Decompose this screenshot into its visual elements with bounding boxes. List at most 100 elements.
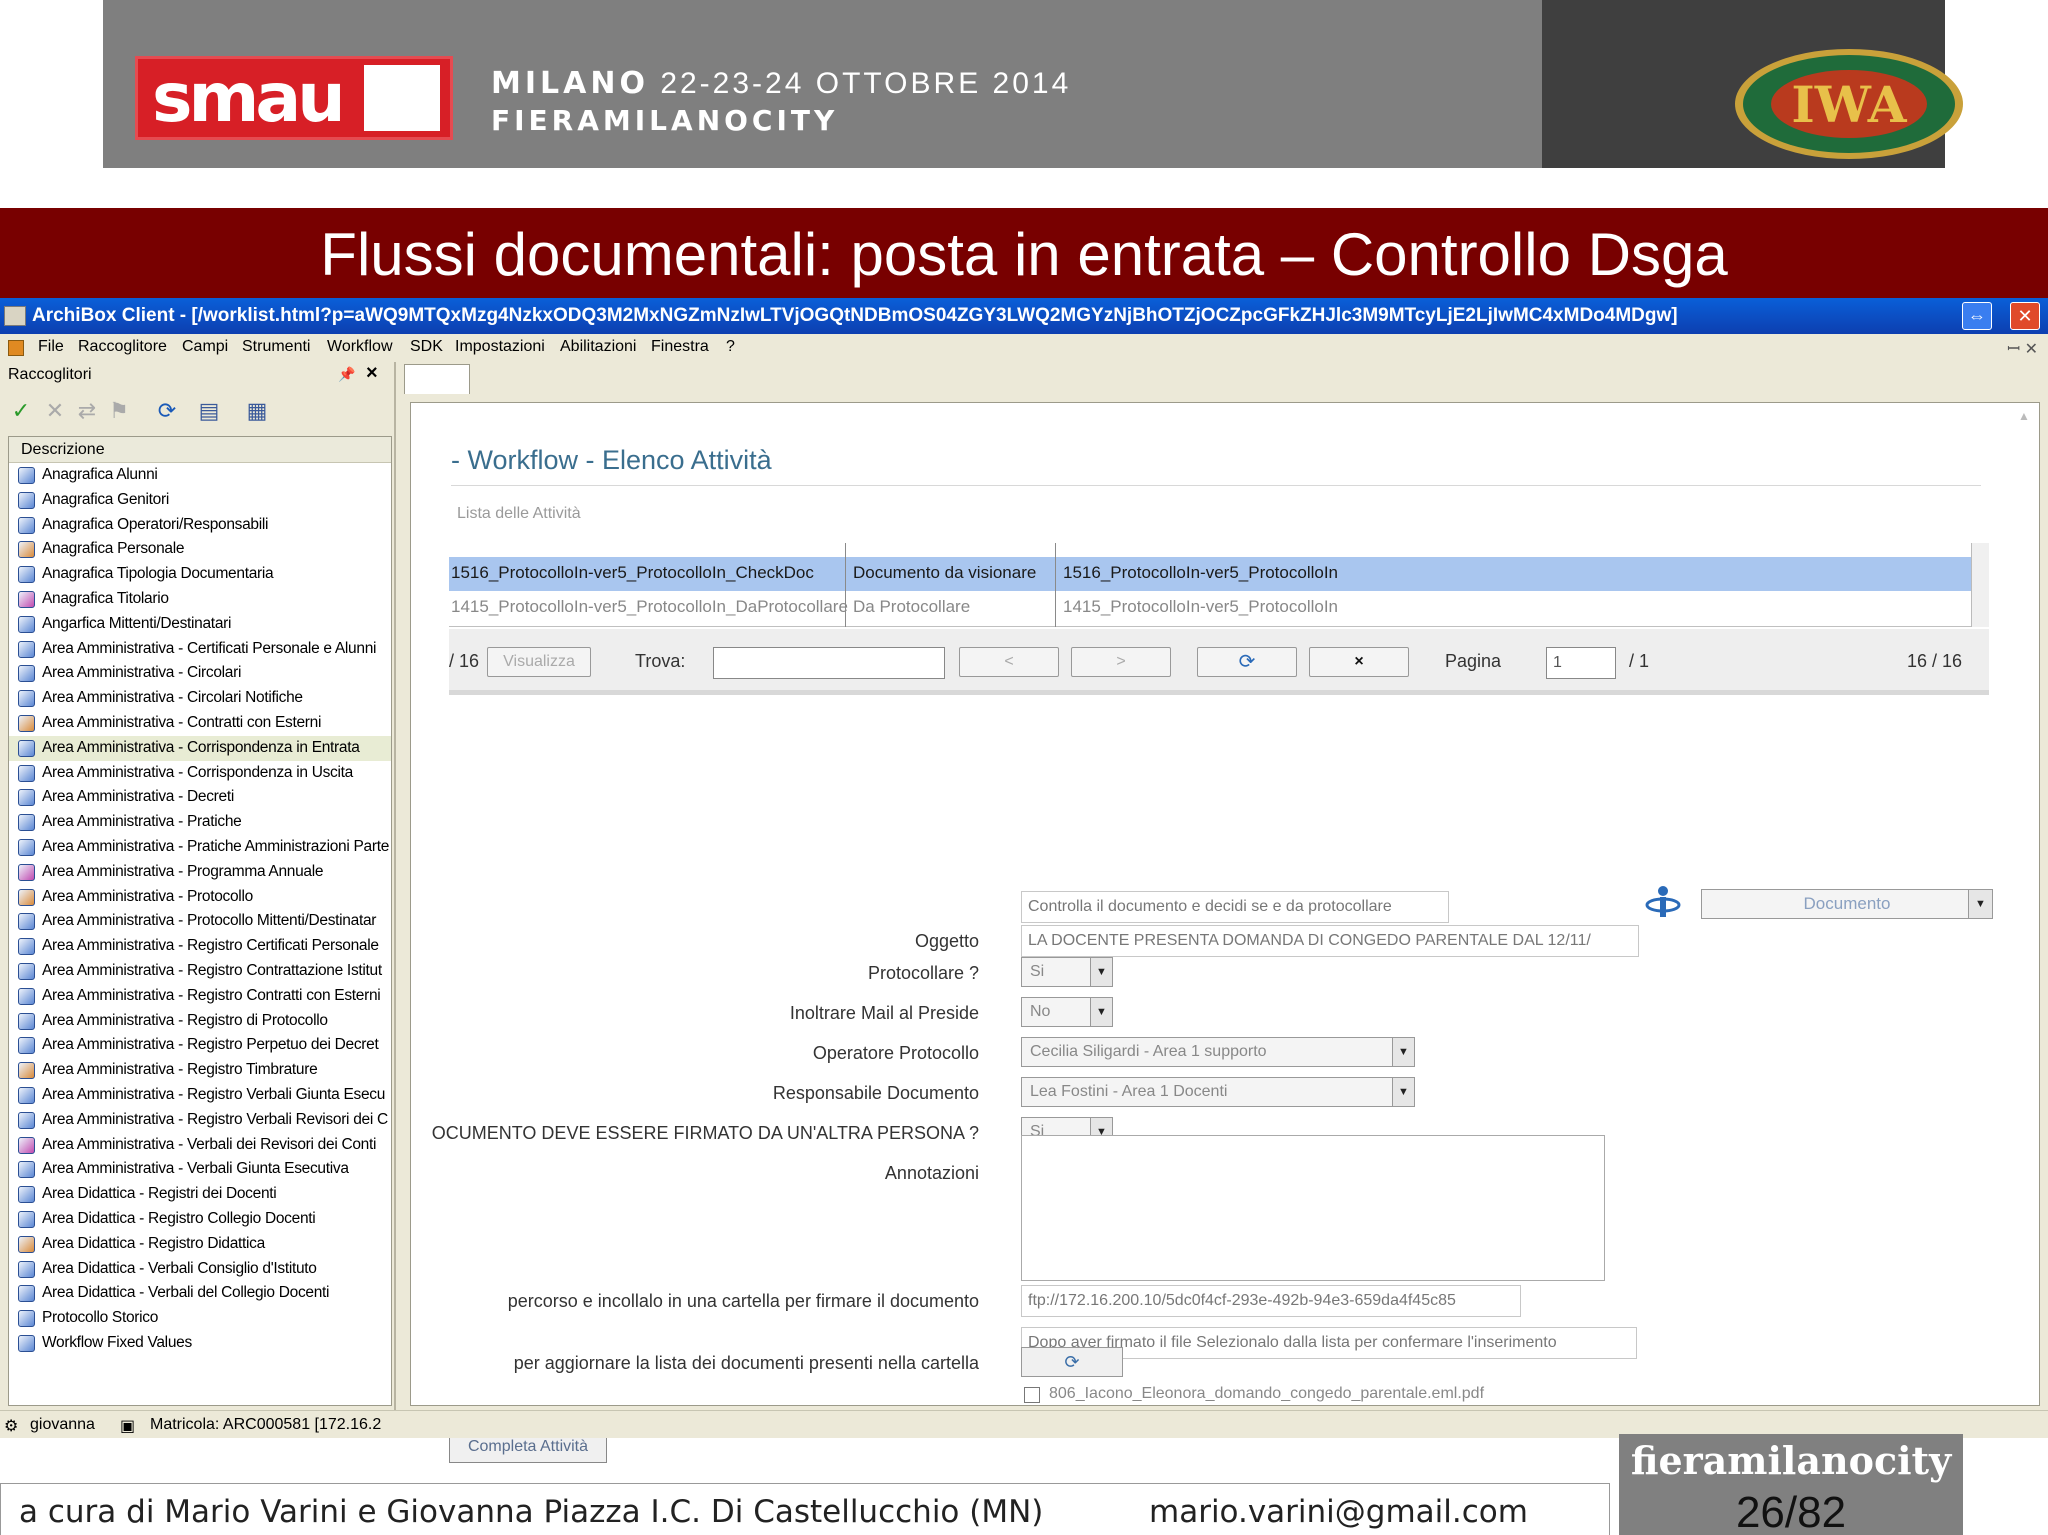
tree-item[interactable]: Area Amministrativa - Registro Verbali R… xyxy=(9,1108,391,1133)
tree-item[interactable]: Area Amministrativa - Programma Annuale xyxy=(9,860,391,885)
tree-item[interactable]: Anagrafica Titolario xyxy=(9,587,391,612)
check-icon[interactable]: ✓ xyxy=(8,398,34,424)
tree-item[interactable]: Anagrafica Genitori xyxy=(9,488,391,513)
tree-item[interactable]: Area Didattica - Registri dei Docenti xyxy=(9,1182,391,1207)
tree-item[interactable]: Area Amministrativa - Contratti con Este… xyxy=(9,711,391,736)
tree-item[interactable]: Area Amministrativa - Protocollo Mittent… xyxy=(9,909,391,934)
menu-sdk[interactable]: SDK xyxy=(410,338,443,356)
tree-item[interactable]: Area Amministrativa - Certificati Person… xyxy=(9,637,391,662)
folder-icon xyxy=(18,1136,35,1154)
tree-item[interactable]: Area Amministrativa - Corrispondenza in … xyxy=(9,735,391,761)
percorso-field[interactable]: ftp://172.16.200.10/5dc0f4cf-293e-492b-9… xyxy=(1021,1285,1521,1317)
pin-icon[interactable]: 📌 xyxy=(338,366,355,383)
document-select[interactable]: Documento ▼ xyxy=(1701,889,1993,919)
menu-campi[interactable]: Campi xyxy=(182,338,228,356)
menu-abilitazioni[interactable]: Abilitazioni xyxy=(560,338,636,356)
menu-strumenti[interactable]: Strumenti xyxy=(242,338,310,356)
annotazioni-textarea[interactable] xyxy=(1021,1135,1605,1281)
next-button[interactable]: > xyxy=(1071,647,1171,677)
prev-button[interactable]: < xyxy=(959,647,1059,677)
menu-help[interactable]: ? xyxy=(726,338,735,356)
tree-item[interactable]: Area Didattica - Verbali Consiglio d'Ist… xyxy=(9,1257,391,1282)
move-icon[interactable]: ⇄ xyxy=(74,398,100,424)
menu-finestra[interactable]: Finestra xyxy=(651,338,709,356)
tree-item[interactable]: Area Amministrativa - Circolari xyxy=(9,661,391,686)
menu-impostazioni[interactable]: Impostazioni xyxy=(455,338,545,356)
row-status: Documento da visionare xyxy=(853,563,1037,582)
tree-item[interactable]: Anagrafica Alunni xyxy=(9,463,391,488)
chevron-down-icon[interactable]: ▼ xyxy=(1392,1078,1414,1106)
tree-item[interactable]: Area Amministrativa - Registro Contratta… xyxy=(9,959,391,984)
tree-item[interactable]: Workflow Fixed Values xyxy=(9,1331,391,1356)
folder-icon xyxy=(18,1161,35,1179)
tree-item[interactable]: Anagrafica Personale xyxy=(9,537,391,562)
folder-icon xyxy=(18,1186,35,1204)
tree-item[interactable]: Anagrafica Tipologia Documentaria xyxy=(9,562,391,587)
tree-item[interactable]: Area Amministrativa - Pratiche Amministr… xyxy=(9,835,391,860)
chevron-down-icon[interactable]: ▼ xyxy=(1392,1038,1414,1066)
operatore-select[interactable]: Cecilia Siligardi - Area 1 supporto ▼ xyxy=(1021,1037,1415,1067)
folder-icon xyxy=(18,789,35,807)
refresh-icon[interactable]: ⟳ xyxy=(154,398,180,424)
close-icon[interactable]: ✕ xyxy=(2010,302,2040,330)
tree-item[interactable]: Area Amministrativa - Corrispondenza in … xyxy=(9,761,391,786)
grid-row[interactable]: 1415_ProtocolloIn-ver5_ProtocolloIn_DaPr… xyxy=(449,591,1971,625)
protocollare-select[interactable]: Si ▼ xyxy=(1021,957,1113,987)
search-refresh-icon[interactable]: ⟳ xyxy=(1197,647,1297,677)
pagina-stepper[interactable]: 1 xyxy=(1546,647,1616,679)
folder-icon xyxy=(18,467,35,484)
grid-scrollbar[interactable] xyxy=(1971,543,1989,627)
refresh-folder-button[interactable]: ⟳ xyxy=(1021,1347,1123,1377)
responsabile-label: Responsabile Documento xyxy=(772,1083,979,1103)
menu-file[interactable]: File xyxy=(38,338,64,356)
restore-icon[interactable]: ⇔ xyxy=(1962,302,1992,330)
panel-close-icon[interactable]: × xyxy=(366,362,378,385)
menu-raccoglitore[interactable]: Raccoglitore xyxy=(78,338,167,356)
trova-input[interactable] xyxy=(713,647,945,679)
tree-item[interactable]: Area Amministrativa - Circolari Notifich… xyxy=(9,686,391,711)
tree-item[interactable]: Area Didattica - Verbali del Collegio Do… xyxy=(9,1281,391,1306)
tree-item[interactable]: Area Amministrativa - Registro Certifica… xyxy=(9,934,391,959)
footer: a cura di Mario Varini e Giovanna Piazza… xyxy=(0,1483,1610,1535)
scroll-up-icon[interactable]: ▲ xyxy=(2015,409,2033,427)
mdi-close-icon[interactable]: ꟷ ✕ xyxy=(2007,337,2038,359)
menu-app-icon[interactable] xyxy=(8,340,24,356)
tree-item[interactable]: Area Amministrativa - Registro Perpetuo … xyxy=(9,1033,391,1058)
chevron-down-icon[interactable]: ▼ xyxy=(1090,958,1112,986)
tree-item[interactable]: Anagrafica Operatori/Responsabili xyxy=(9,513,391,538)
oggetto-field[interactable]: LA DOCENTE PRESENTA DOMANDA DI CONGEDO P… xyxy=(1021,925,1639,957)
delete-icon[interactable]: ✕ xyxy=(42,398,68,424)
tree-item[interactable]: Area Amministrativa - Protocollo xyxy=(9,885,391,910)
file-checkbox[interactable] xyxy=(1024,1387,1040,1403)
row-process: 1415_ProtocolloIn-ver5_ProtocolloIn xyxy=(1063,597,1339,616)
properties-icon[interactable]: ▤ xyxy=(196,398,222,424)
tree-item[interactable]: Area Amministrativa - Verbali dei Reviso… xyxy=(9,1133,391,1158)
chevron-down-icon[interactable]: ▼ xyxy=(1968,890,1992,918)
clear-search-button[interactable]: × xyxy=(1309,647,1409,677)
tree-item[interactable]: Protocollo Storico xyxy=(9,1306,391,1331)
tree-item[interactable]: Area Amministrativa - Registro Timbratur… xyxy=(9,1058,391,1083)
document-tab[interactable] xyxy=(404,364,470,394)
inoltrare-select[interactable]: No ▼ xyxy=(1021,997,1113,1027)
tree-item[interactable]: Area Amministrativa - Registro Contratti… xyxy=(9,984,391,1009)
tree-item[interactable]: Area Amministrativa - Decreti xyxy=(9,785,391,810)
window-titlebar[interactable]: ArchiBox Client - [/worklist.html?p=aWQ9… xyxy=(0,298,2048,334)
visualizza-button[interactable]: Visualizza xyxy=(487,647,591,677)
tree-item[interactable]: Area Amministrativa - Pratiche xyxy=(9,810,391,835)
pin-item-icon[interactable]: ⚑ xyxy=(106,398,132,424)
grid-row-selected[interactable]: 1516_ProtocolloIn-ver5_ProtocolloIn_Chec… xyxy=(449,557,1971,591)
chevron-down-icon[interactable]: ▼ xyxy=(1090,998,1112,1026)
folder-icon xyxy=(18,1062,35,1080)
tree-item[interactable]: Area Didattica - Registro Didattica xyxy=(9,1232,391,1257)
responsabile-select[interactable]: Lea Fostini - Area 1 Docenti ▼ xyxy=(1021,1077,1415,1107)
menu-workflow[interactable]: Workflow xyxy=(327,338,393,356)
tree-item[interactable]: Angarfica Mittenti/Destinatari xyxy=(9,612,391,637)
tree-item[interactable]: Area Amministrativa - Verbali Giunta Ese… xyxy=(9,1157,391,1182)
tree-item[interactable]: Area Amministrativa - Registro Verbali G… xyxy=(9,1083,391,1108)
workflow-person-icon[interactable] xyxy=(1643,883,1683,923)
tree-column-header[interactable]: Descrizione xyxy=(9,437,391,463)
grid-view-icon[interactable]: ▦ xyxy=(244,398,270,424)
tree-item[interactable]: Area Didattica - Registro Collegio Docen… xyxy=(9,1207,391,1232)
tree-item[interactable]: Area Amministrativa - Registro di Protoc… xyxy=(9,1009,391,1034)
percorso-label: percorso e incollalo in una cartella per… xyxy=(507,1291,979,1311)
